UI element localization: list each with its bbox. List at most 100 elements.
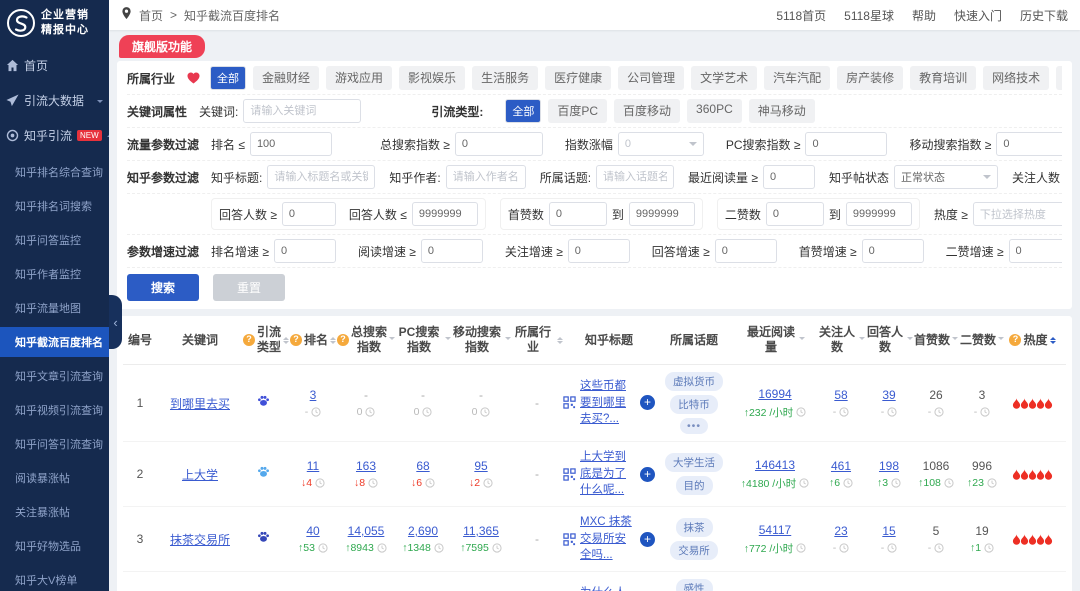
rank-value[interactable]: 3 — [289, 388, 337, 402]
topbar-link[interactable]: 历史下载 — [1020, 7, 1068, 24]
industry-tag[interactable]: 游戏应用 — [326, 66, 392, 90]
growth-field-input[interactable] — [568, 239, 630, 263]
rank-value[interactable]: 40 — [289, 524, 337, 538]
recent-reads-value[interactable]: 16994 — [733, 387, 817, 401]
total-index-input[interactable] — [455, 132, 543, 156]
answers-value[interactable]: 15 — [865, 524, 913, 538]
topic-pill[interactable]: 目的 — [676, 476, 713, 495]
followers-value[interactable]: 461 — [817, 459, 865, 473]
answer-min-input[interactable] — [282, 202, 336, 226]
industry-tag[interactable]: 公司管理 — [618, 66, 684, 90]
recent-reads-value[interactable]: 146413 — [733, 458, 817, 472]
keyword-link[interactable]: 抹茶交易所 — [170, 533, 230, 547]
industry-tag[interactable]: 医疗健康 — [545, 66, 611, 90]
zhihu-author-input[interactable] — [446, 165, 526, 189]
growth-field-input[interactable] — [862, 239, 924, 263]
column-header-热度[interactable]: ?热度 — [1005, 333, 1060, 348]
topbar-link[interactable]: 5118首页 — [776, 7, 826, 24]
traffic-type-tag[interactable]: 360PC — [687, 99, 742, 123]
column-header-最近阅读量[interactable]: 最近阅读量 — [733, 325, 817, 355]
zhihu-title-link[interactable]: MXC 抹茶交易所安全吗... — [580, 514, 636, 564]
recent-reads-value[interactable]: 54117 — [733, 523, 817, 537]
growth-field-input[interactable] — [715, 239, 777, 263]
sort-icon[interactable] — [952, 337, 958, 343]
sidebar-subitem-知乎视频引流查询[interactable]: 知乎视频引流查询 — [0, 395, 109, 425]
add-monitor-button[interactable]: + — [640, 467, 655, 482]
column-header-PC搜索指数[interactable]: PC搜索指数 — [395, 325, 451, 355]
sort-icon[interactable] — [1050, 334, 1056, 347]
mobile-search-index-value[interactable]: 11,365 — [451, 524, 511, 538]
pc-index-input[interactable] — [805, 132, 887, 156]
topic-pill[interactable]: 抹茶 — [676, 518, 713, 537]
sidebar-subitem-知乎问答引流查询[interactable]: 知乎问答引流查询 — [0, 429, 109, 459]
heat-select[interactable]: 下拉选择热度 — [973, 202, 1062, 226]
second-like-min-input[interactable] — [766, 202, 824, 226]
industry-tag[interactable]: 网络技术 — [983, 66, 1049, 90]
industry-tag[interactable]: 生活服务 — [472, 66, 538, 90]
add-monitor-button[interactable]: + — [640, 532, 655, 547]
sidebar-subitem-知乎流量地图[interactable]: 知乎流量地图 — [0, 293, 109, 323]
followers-value[interactable]: 58 — [817, 388, 865, 402]
industry-tag[interactable]: 全部 — [210, 66, 246, 90]
growth-field-input[interactable] — [1009, 239, 1062, 263]
industry-tag[interactable]: 教育培训 — [910, 66, 976, 90]
column-header-二赞数[interactable]: 二赞数 — [959, 333, 1005, 348]
industry-tag[interactable]: 房产装修 — [837, 66, 903, 90]
sidebar-subitem-阅读暴涨帖[interactable]: 阅读暴涨帖 — [0, 463, 109, 493]
growth-field-input[interactable] — [274, 239, 336, 263]
sidebar-subitem-知乎大V榜单[interactable]: 知乎大V榜单 — [0, 565, 109, 591]
total-search-index-value[interactable]: 14,055 — [337, 524, 395, 538]
first-like-min-input[interactable] — [549, 202, 607, 226]
sidebar-subitem-知乎排名综合查询[interactable]: 知乎排名综合查询 — [0, 157, 109, 187]
search-button[interactable]: 搜索 — [127, 274, 199, 301]
zhihu-title-input[interactable] — [267, 165, 375, 189]
sidebar-subitem-知乎文章引流查询[interactable]: 知乎文章引流查询 — [0, 361, 109, 391]
topic-pill[interactable]: 比特币 — [670, 395, 718, 414]
pc-search-index-value[interactable]: 2,690 — [395, 524, 451, 538]
traffic-type-tag[interactable]: 百度PC — [548, 99, 607, 123]
sidebar-item-首页[interactable]: 首页 — [0, 48, 109, 83]
more-topics-pill[interactable]: ••• — [680, 418, 708, 434]
post-status-select[interactable]: 正常状态 — [894, 165, 998, 189]
topbar-link[interactable]: 5118星球 — [844, 7, 894, 24]
mobile-index-input[interactable] — [996, 132, 1062, 156]
rank-max-input[interactable] — [250, 132, 332, 156]
reset-button[interactable]: 重置 — [213, 274, 285, 301]
column-header-移动搜索指数[interactable]: 移动搜索指数 — [451, 325, 511, 355]
topic-pill[interactable]: 虚拟货币 — [665, 372, 723, 391]
keyword-input[interactable] — [243, 99, 361, 123]
topic-pill[interactable]: 大学生活 — [665, 453, 723, 472]
column-header-排名[interactable]: ?排名 — [289, 333, 337, 348]
sidebar-collapse-handle[interactable]: ‹ — [109, 295, 122, 349]
sidebar-subitem-知乎排名词搜索[interactable]: 知乎排名词搜索 — [0, 191, 109, 221]
pc-search-index-value[interactable]: 68 — [395, 459, 451, 473]
help-icon[interactable]: ? — [337, 334, 349, 346]
help-icon[interactable]: ? — [243, 334, 255, 346]
total-search-index-value[interactable]: 163 — [337, 459, 395, 473]
sort-icon[interactable] — [998, 337, 1004, 343]
add-monitor-button[interactable]: + — [640, 395, 655, 410]
sidebar-subitem-知乎截流百度排名[interactable]: 知乎截流百度排名 — [0, 327, 109, 357]
zhihu-title-link[interactable]: 这些币都要到哪里去买?... — [580, 378, 636, 428]
sort-icon[interactable] — [330, 334, 336, 347]
mobile-search-index-value[interactable]: 95 — [451, 459, 511, 473]
recent-reads-input[interactable] — [763, 165, 815, 189]
answer-max-input[interactable] — [412, 202, 478, 226]
column-header-引流类型[interactable]: ?引流类型 — [243, 325, 289, 355]
sidebar-subitem-知乎好物选品[interactable]: 知乎好物选品 — [0, 531, 109, 561]
answers-value[interactable]: 39 — [865, 388, 913, 402]
industry-tag[interactable]: 金融财经 — [253, 66, 319, 90]
zhihu-title-link[interactable]: 为什么人会在夜深人静的... — [580, 585, 636, 591]
sidebar-subitem-关注暴涨帖[interactable]: 关注暴涨帖 — [0, 497, 109, 527]
growth-field-input[interactable] — [421, 239, 483, 263]
topbar-link[interactable]: 快速入门 — [954, 7, 1002, 24]
sidebar-item-知乎引流[interactable]: 知乎引流NEW — [0, 118, 109, 153]
column-header-所属行业[interactable]: 所属行业 — [511, 325, 563, 355]
column-header-回答人数[interactable]: 回答人数 — [865, 325, 913, 355]
keyword-link[interactable]: 上大学 — [182, 468, 218, 482]
topic-pill[interactable]: 感性 — [676, 579, 713, 591]
industry-tag[interactable]: 文学艺术 — [691, 66, 757, 90]
sidebar-subitem-知乎问答监控[interactable]: 知乎问答监控 — [0, 225, 109, 255]
traffic-type-tag[interactable]: 百度移动 — [614, 99, 680, 123]
second-like-max-input[interactable] — [846, 202, 912, 226]
